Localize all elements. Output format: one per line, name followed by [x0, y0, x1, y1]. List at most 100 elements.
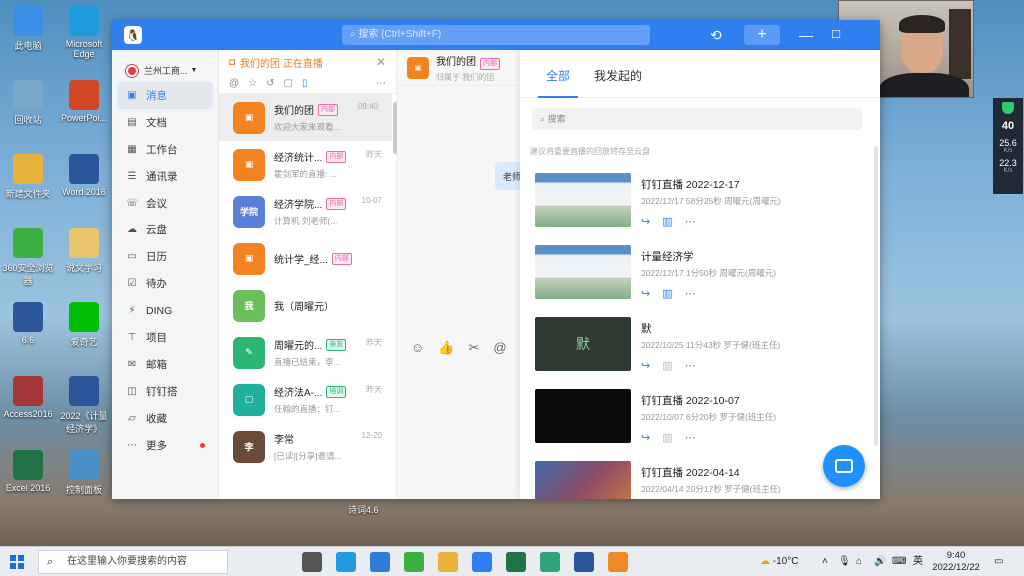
ime-indicator[interactable]: 英: [913, 547, 923, 576]
stats-icon[interactable]: ▥: [662, 287, 672, 300]
maximize-button[interactable]: ☐: [828, 25, 844, 45]
excel-icon[interactable]: [506, 552, 526, 572]
playback-record[interactable]: 计量经济学 2022/12/17 1分50秒 周曜元(周曜元) ↪ ▥ ⋯: [535, 245, 865, 301]
conversation-item[interactable]: ▣ 统计学_经... 内部: [219, 235, 396, 282]
mention-icon[interactable]: @: [493, 340, 506, 356]
tab-mine[interactable]: 我发起的: [582, 67, 654, 97]
share-icon[interactable]: ↪: [641, 431, 650, 444]
tray-expand-icon[interactable]: ˄: [822, 547, 828, 576]
more-icon[interactable]: ⋯: [685, 431, 696, 444]
stats-icon[interactable]: ▥: [662, 215, 672, 228]
nav-item-message[interactable]: ▣ 消息: [117, 82, 213, 109]
stats-icon[interactable]: ▥: [662, 431, 672, 444]
desktop-icon[interactable]: Access2016: [0, 376, 56, 419]
conversation-item[interactable]: ▣ 我们的团 内部 欢迎大家来观看... 09:40: [219, 94, 392, 141]
playback-record[interactable]: 钉钉直播 2022-10-07 2022/10/07 6分20秒 罗子健(班主任)…: [535, 389, 865, 445]
desktop-icon[interactable]: 新建文件夹: [0, 154, 56, 200]
share-icon[interactable]: ↪: [641, 287, 650, 300]
nav-item-calendar[interactable]: ▭ 日历: [112, 243, 218, 270]
playback-thumbnail[interactable]: [535, 245, 631, 299]
nav-item-document[interactable]: ▤ 文档: [112, 109, 218, 136]
star-filter-icon[interactable]: ☆: [248, 78, 257, 89]
dingtalk-icon[interactable]: [472, 552, 492, 572]
more-icon[interactable]: ⋯: [685, 215, 696, 228]
dingtalk-logo-icon[interactable]: 🐧: [124, 26, 142, 44]
playback-record[interactable]: 钉钉直播 2022-04-14 2022/04/14 20分17秒 罗子健(班主任…: [535, 461, 865, 499]
live-banner[interactable]: ◘ 我们的团 正在直播 ✕: [219, 50, 396, 74]
conversation-item[interactable]: 我我（周曜元）: [219, 282, 396, 329]
share-icon[interactable]: ↪: [641, 359, 650, 372]
chat-avatar[interactable]: ▣: [407, 56, 429, 79]
share-icon[interactable]: ↪: [641, 215, 650, 228]
desktop-icon[interactable]: PowerPoi...: [56, 80, 112, 123]
desktop-icon[interactable]: 360安全浏览器: [0, 228, 56, 287]
desktop-icon[interactable]: 说文学习: [56, 228, 112, 274]
emoji-icon[interactable]: ☺: [411, 340, 424, 356]
network-icon[interactable]: ⌂: [856, 547, 862, 576]
minimize-button[interactable]: —: [798, 25, 814, 45]
network-monitor-widget[interactable]: 40 25.6 K/s 22.3 K/s: [993, 98, 1023, 194]
desktop-icon[interactable]: 爱奇艺: [56, 302, 112, 348]
weather-widget[interactable]: ☁ -10°C: [760, 547, 798, 576]
playback-thumbnail[interactable]: [535, 173, 631, 227]
tab-all[interactable]: 全部: [534, 67, 582, 98]
desktop-icon[interactable]: Word 2016: [56, 154, 112, 197]
desktop-icon[interactable]: 6.6: [0, 302, 56, 345]
nav-item-more[interactable]: ⋯ 更多: [112, 432, 218, 459]
more-icon[interactable]: ⋯: [685, 287, 696, 300]
conversation-item[interactable]: ▢ 经济法A-... 培训 任翰的直播：钉... 昨天: [219, 376, 396, 423]
close-icon[interactable]: ✕: [376, 55, 386, 69]
video-icon[interactable]: [608, 552, 628, 572]
conversation-item[interactable]: 李李常 [已读][分享]邀请... 12-20: [219, 423, 396, 470]
browser-360-icon[interactable]: [404, 552, 424, 572]
nav-item-cloud[interactable]: ☁ 云盘: [112, 216, 218, 243]
nav-item-workbench[interactable]: ▦ 工作台: [112, 136, 218, 163]
file-explorer-icon[interactable]: [438, 552, 458, 572]
playback-scrollbar[interactable]: [874, 146, 878, 446]
keyboard-icon[interactable]: ⌨: [892, 547, 906, 576]
nav-item-project[interactable]: ⊤ 项目: [112, 324, 218, 351]
nav-item-todo[interactable]: ☑ 待办: [112, 270, 218, 297]
mail-icon[interactable]: [370, 552, 390, 572]
windows-start-icon[interactable]: [10, 555, 24, 569]
more-icon[interactable]: ⋯: [685, 359, 696, 372]
desktop-icon[interactable]: 此电脑: [0, 6, 56, 52]
playback-thumbnail[interactable]: [535, 389, 631, 443]
volume-icon[interactable]: 🔊: [874, 547, 886, 576]
history-icon[interactable]: ⟲: [710, 25, 722, 45]
start-live-button[interactable]: [823, 445, 865, 487]
desktop-icon[interactable]: Microsoft Edge: [56, 6, 112, 59]
playback-thumbnail[interactable]: 默: [535, 317, 631, 371]
nav-item-meeting[interactable]: ☏ 会议: [112, 190, 218, 217]
conversation-item[interactable]: ▣ 经济统计... 内部 霍剑军的直播: ... 昨天: [219, 141, 396, 188]
playback-thumbnail[interactable]: [535, 461, 631, 499]
scissors-icon[interactable]: ✂: [468, 340, 479, 356]
add-button[interactable]: +: [744, 25, 780, 45]
nav-item-dingda[interactable]: ◫ 钉钉搭: [112, 378, 218, 405]
dingtalk-live-icon[interactable]: [540, 552, 560, 572]
more-filter-icon[interactable]: ⋯: [376, 78, 386, 89]
word-icon[interactable]: [574, 552, 594, 572]
nav-item-ding[interactable]: ⚡ DING: [112, 297, 218, 324]
notification-icon[interactable]: ▭: [994, 547, 1003, 576]
taskbar-clock[interactable]: 9:40 2022/12/22: [926, 550, 986, 574]
recent-filter-icon[interactable]: ↺: [266, 78, 274, 89]
mention-filter-icon[interactable]: @: [229, 78, 239, 89]
playback-record[interactable]: 钉钉直播 2022-12-17 2022/12/17 58分25秒 周曜元(周曜元…: [535, 173, 865, 229]
stats-icon[interactable]: ▥: [662, 359, 672, 372]
nav-item-mail[interactable]: ✉ 邮箱: [112, 351, 218, 378]
archive-filter-icon[interactable]: ▢: [284, 78, 293, 89]
thumbs-up-icon[interactable]: 👍: [438, 340, 454, 356]
desktop-icon[interactable]: Excel 2016: [0, 450, 56, 493]
conversation-item[interactable]: 学院 经济学院... 内部 计算机 刘老师(... 10-07: [219, 188, 396, 235]
task-view-icon[interactable]: [302, 552, 322, 572]
taskbar-search-input[interactable]: ⌕ 在这里输入你要搜索的内容: [38, 550, 228, 574]
playback-record[interactable]: 默默 2022/10/25 11分43秒 罗子健(班主任) ↪ ▥ ⋯: [535, 317, 865, 373]
microphone-icon[interactable]: 🎙: [838, 547, 851, 576]
desktop-icon[interactable]: 2022《计量经济学》: [56, 376, 112, 435]
nav-item-contacts[interactable]: ☰ 通讯录: [112, 163, 218, 190]
nav-item-favorite[interactable]: ▱ 收藏: [112, 405, 218, 432]
desktop-icon[interactable]: 控制面板: [56, 450, 112, 496]
playback-search-input[interactable]: ⌕ 搜索: [532, 108, 862, 130]
desktop-icon[interactable]: 回收站: [0, 80, 56, 126]
